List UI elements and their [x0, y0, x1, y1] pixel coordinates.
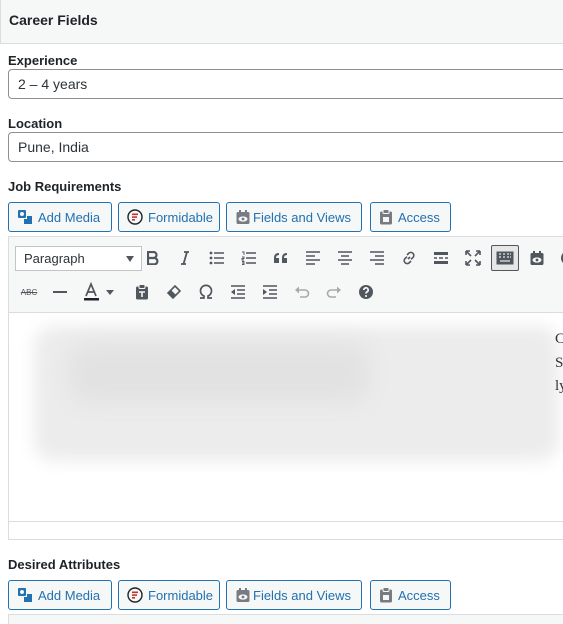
clipboard-icon [380, 587, 392, 603]
experience-label: Experience [8, 53, 78, 68]
location-label: Location [8, 116, 63, 131]
bold-icon [147, 251, 159, 265]
format-select-value: Paragraph [24, 251, 85, 266]
clipboard-icon [380, 209, 392, 225]
toolbar-toggle-button[interactable] [491, 245, 519, 271]
access-label: Access [398, 209, 440, 225]
align-left-button[interactable] [300, 245, 326, 271]
add-media-icon [18, 210, 32, 224]
outdent-button[interactable] [225, 279, 251, 305]
align-right-button[interactable] [364, 245, 390, 271]
read-more-button[interactable] [428, 245, 454, 271]
outdent-icon [231, 285, 245, 299]
add-media-button[interactable]: Add Media [8, 202, 112, 232]
content-fragment-2: S [555, 355, 563, 371]
text-color-button[interactable] [79, 279, 119, 305]
horizontal-line-button[interactable] [47, 279, 73, 305]
align-center-button[interactable] [332, 245, 358, 271]
formidable-button[interactable]: Formidable [118, 202, 220, 232]
help-icon [359, 285, 373, 299]
bullet-list-button[interactable] [204, 245, 230, 271]
text-color-icon [84, 282, 114, 301]
editor-statusbar [9, 521, 563, 539]
formidable-label: Formidable [148, 209, 214, 225]
clipboard-text-icon [136, 284, 148, 300]
calendar-eye-icon [236, 210, 250, 224]
desired-attributes-label: Desired Attributes [8, 557, 121, 572]
redacted-content-detail [69, 343, 369, 403]
calendar-eye-toolbar-button[interactable] [524, 245, 550, 271]
location-input[interactable]: Pune, India [8, 132, 563, 162]
align-left-icon [306, 251, 320, 265]
clear-formatting-button[interactable] [161, 279, 187, 305]
fields-and-views-button-2[interactable]: Fields and Views [226, 580, 362, 610]
indent-button[interactable] [257, 279, 283, 305]
access-label: Access [398, 587, 440, 603]
calendar-eye-icon [236, 588, 250, 602]
align-center-icon [338, 251, 352, 265]
desired-attributes-editor-toolbar [8, 614, 563, 624]
read-more-icon [434, 252, 448, 264]
blockquote-button[interactable] [268, 245, 294, 271]
link-button[interactable] [396, 245, 422, 271]
redo-button[interactable] [321, 279, 347, 305]
horizontal-line-icon [53, 291, 67, 293]
fields-and-views-label: Fields and Views [253, 587, 352, 603]
fields-and-views-button[interactable]: Fields and Views [226, 202, 362, 232]
special-character-button[interactable] [193, 279, 219, 305]
access-button[interactable]: Access [370, 202, 451, 232]
indent-icon [263, 285, 277, 299]
add-media-button-2[interactable]: Add Media [8, 580, 112, 610]
undo-button[interactable] [289, 279, 315, 305]
content-fragment-3: ly [555, 378, 563, 394]
italic-icon [181, 251, 189, 265]
panel-title: Career Fields [9, 12, 98, 28]
formidable-button-2[interactable]: Formidable [118, 580, 220, 610]
chevron-down-icon [126, 256, 134, 262]
access-button-2[interactable]: Access [370, 580, 451, 610]
content-fragment-1: C [555, 331, 563, 347]
editor-toolbar: Paragraph ABC [9, 237, 563, 313]
job-requirements-editor: Paragraph ABC C S ly [8, 236, 563, 540]
add-media-label: Add Media [38, 209, 101, 225]
fullscreen-button[interactable] [460, 245, 486, 271]
calendar-eye-icon [530, 251, 544, 265]
formidable-label: Formidable [148, 587, 214, 603]
strikethrough-icon: ABC [20, 287, 38, 297]
strikethrough-button[interactable]: ABC [15, 279, 43, 305]
bullet-list-icon [209, 251, 224, 265]
editor-content[interactable]: C S ly [9, 313, 563, 523]
formidable-icon [127, 209, 143, 225]
align-right-icon [370, 251, 384, 265]
fullscreen-icon [465, 250, 481, 266]
redo-icon [326, 286, 341, 298]
help-button[interactable] [353, 279, 379, 305]
add-media-icon [18, 588, 32, 602]
numbered-list-icon [241, 251, 256, 265]
numbered-list-button[interactable] [236, 245, 262, 271]
eraser-icon [166, 284, 182, 300]
experience-input[interactable]: 2 – 4 years [8, 69, 563, 99]
italic-button[interactable] [172, 245, 198, 271]
more-tools-button[interactable] [555, 245, 563, 271]
undo-icon [295, 286, 310, 298]
panel-header: Career Fields [0, 0, 563, 44]
formidable-icon [127, 587, 143, 603]
add-media-label: Add Media [38, 587, 101, 603]
quote-icon [274, 253, 287, 263]
bold-button[interactable] [140, 245, 166, 271]
paste-text-button[interactable] [129, 279, 155, 305]
omega-icon [199, 284, 213, 299]
keyboard-icon [496, 251, 514, 265]
job-requirements-label: Job Requirements [8, 179, 122, 194]
format-select[interactable]: Paragraph [15, 246, 142, 271]
link-icon [403, 251, 415, 265]
fields-and-views-label: Fields and Views [253, 209, 352, 225]
